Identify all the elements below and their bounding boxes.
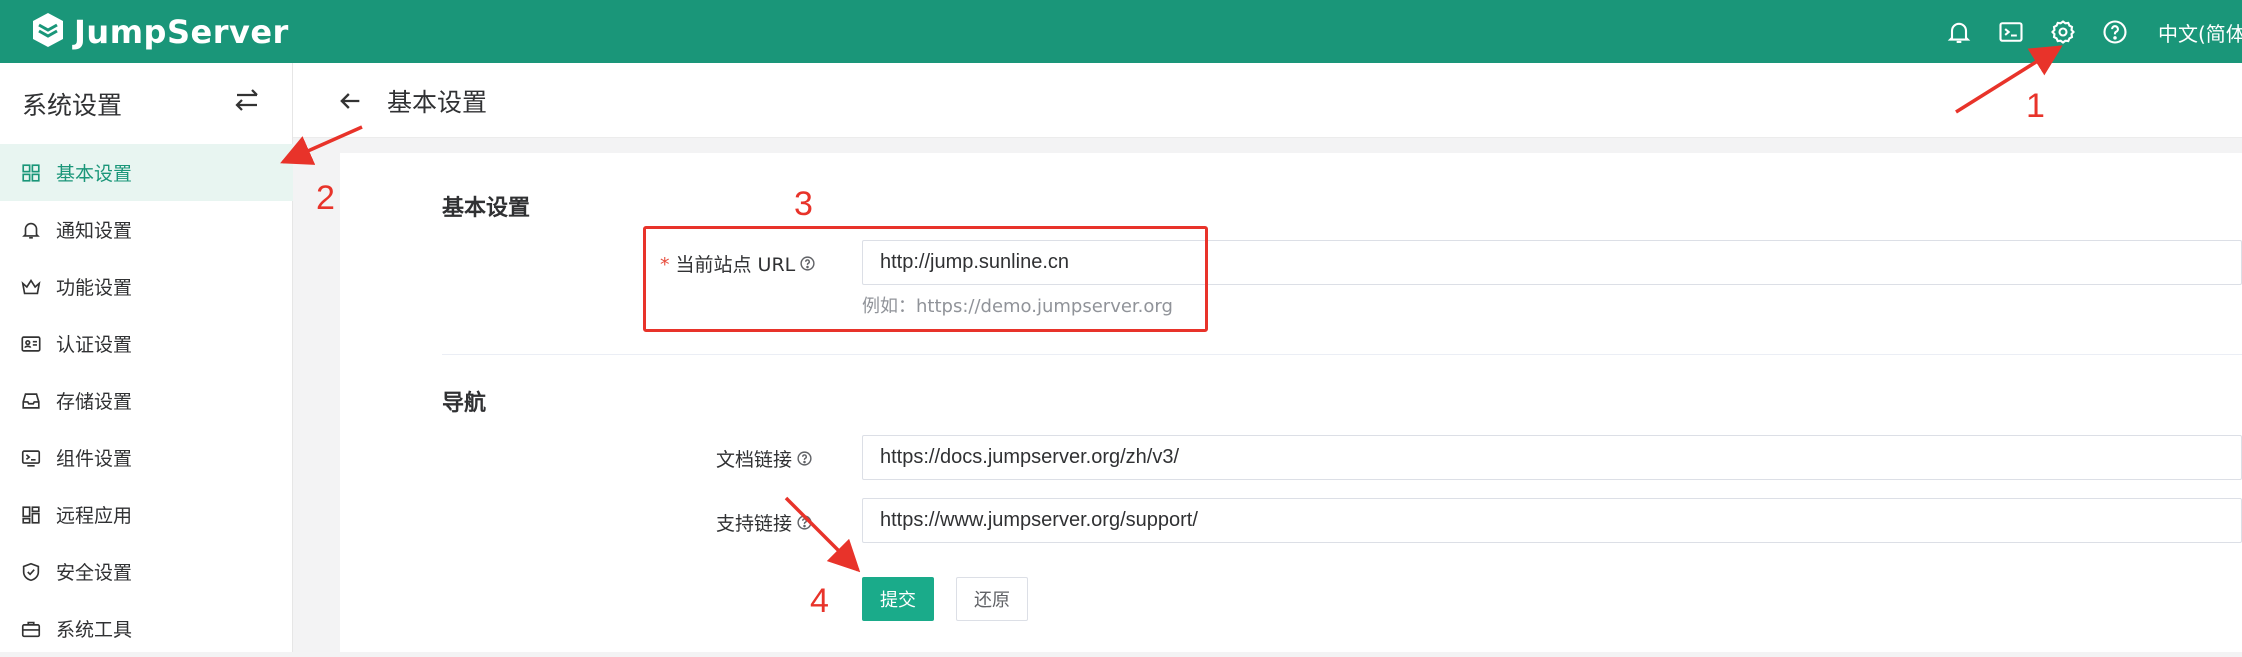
annotation-number-4: 4	[810, 582, 829, 620]
sidebar-item-label: 功能设置	[56, 277, 133, 299]
sidebar-item-label: 系统工具	[56, 619, 133, 641]
section-title-basic: 基本设置	[442, 196, 531, 221]
docs-link-label: 文档链接	[716, 445, 813, 472]
app-name: JumpServer	[74, 13, 289, 51]
sidebar-item-tools[interactable]: 系统工具	[0, 600, 293, 657]
sidebar-item-label: 远程应用	[56, 505, 133, 527]
help-circle-icon[interactable]	[796, 514, 813, 531]
sidebar-item-label: 认证设置	[56, 334, 133, 356]
section-title-nav: 导航	[442, 391, 487, 416]
sidebar-item-label: 基本设置	[56, 163, 133, 185]
jumpserver-logo-icon	[28, 10, 68, 54]
logo[interactable]: JumpServer	[28, 12, 289, 52]
sidebar-item-label: 组件设置	[56, 448, 133, 470]
settings-form: 基本设置 * 当前站点 URL http://jump.sunline.cn 例如…	[340, 153, 2242, 652]
back-arrow-icon[interactable]	[336, 87, 364, 115]
top-bar: JumpServer 中文(简体	[0, 0, 2242, 63]
reset-button[interactable]: 还原	[956, 577, 1028, 621]
annotation-number-2: 2	[316, 179, 335, 217]
bell-icon[interactable]	[1945, 18, 1973, 46]
sidebar-item-storage[interactable]: 存储设置	[0, 372, 293, 429]
swap-arrows-icon[interactable]	[232, 85, 262, 115]
gear-icon[interactable]	[2049, 18, 2077, 46]
sidebar-item-label: 安全设置	[56, 562, 133, 584]
sidebar-item-auth[interactable]: 认证设置	[0, 315, 293, 372]
sidebar-item-feature[interactable]: 功能设置	[0, 258, 293, 315]
crown-icon	[20, 276, 42, 298]
terminal-icon[interactable]	[1997, 18, 2025, 46]
page-title: 基本设置	[387, 88, 488, 117]
support-link-label: 支持链接	[716, 509, 813, 536]
sidebar-item-security[interactable]: 安全设置	[0, 543, 293, 600]
grid-icon	[20, 162, 42, 184]
sidebar: 系统设置 基本设置 通知设置 功能设置 认证设置 存储设置 组件设置 远程应用 …	[0, 63, 293, 652]
terminal-icon	[20, 447, 42, 469]
toolbox-icon	[20, 618, 42, 640]
page-header: 基本设置	[293, 63, 2242, 138]
language-switcher[interactable]: 中文(简体	[2158, 18, 2242, 47]
annotation-box	[643, 226, 1208, 332]
support-link-input[interactable]: https://www.jumpserver.org/support/	[862, 498, 2242, 543]
id-card-icon	[20, 333, 42, 355]
shield-icon	[20, 561, 42, 583]
help-circle-icon[interactable]	[796, 450, 813, 467]
sidebar-item-notification[interactable]: 通知设置	[0, 201, 293, 258]
docs-link-input[interactable]: https://docs.jumpserver.org/zh/v3/	[862, 435, 2242, 480]
question-icon[interactable]	[2101, 18, 2129, 46]
submit-button[interactable]: 提交	[862, 577, 934, 621]
section-divider	[442, 354, 2242, 355]
sidebar-item-component[interactable]: 组件设置	[0, 429, 293, 486]
bell-icon	[20, 219, 42, 241]
sidebar-item-remote-app[interactable]: 远程应用	[0, 486, 293, 543]
sidebar-item-basic[interactable]: 基本设置	[0, 144, 293, 201]
annotation-number-1: 1	[2026, 87, 2045, 125]
sidebar-item-label: 存储设置	[56, 391, 133, 413]
sidebar-item-label: 通知设置	[56, 220, 133, 242]
inbox-icon	[20, 390, 42, 412]
apps-icon	[20, 504, 42, 526]
annotation-number-3: 3	[794, 185, 813, 223]
